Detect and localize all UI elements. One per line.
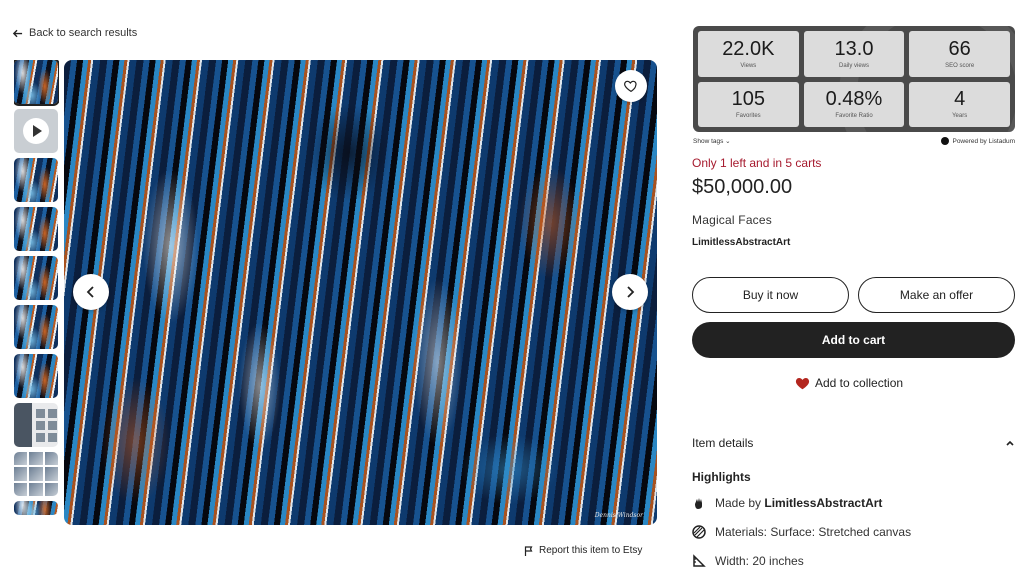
show-tags-toggle[interactable]: Show tags ⌄	[693, 137, 731, 145]
artist-signature: Dennis Windsor	[594, 512, 643, 519]
main-product-image: Dennis Windsor	[64, 60, 657, 525]
materials-icon	[692, 525, 706, 539]
price: $50,000.00	[692, 176, 793, 198]
add-to-collection-button[interactable]: Add to collection	[795, 376, 903, 390]
width-text: Width: 20 inches	[715, 554, 804, 568]
back-link-label: Back to search results	[29, 27, 138, 39]
thumbnail-9[interactable]	[14, 452, 58, 496]
stock-notice: Only 1 left and in 5 carts	[692, 156, 822, 170]
hand-wave-icon	[695, 498, 702, 509]
powered-by-label: Powered by Listadum	[952, 137, 1015, 145]
stat-label: Views	[740, 62, 757, 69]
heart-filled-icon	[795, 378, 810, 390]
buy-now-button[interactable]: Buy it now	[692, 277, 849, 313]
previous-image-button[interactable]	[73, 274, 109, 310]
stat-value: 13.0	[834, 37, 874, 60]
highlights-heading: Highlights	[692, 470, 751, 484]
thumbnail-7[interactable]	[14, 354, 58, 398]
item-details-toggle[interactable]: Item details	[692, 436, 1015, 450]
stat-views: 22.0K Views	[698, 31, 799, 77]
thumbnail-4[interactable]	[14, 207, 58, 251]
stats-panel: 22.0K Views 13.0 Daily views 66 SEO scor…	[693, 26, 1015, 132]
made-by-prefix: Made by	[715, 496, 762, 510]
stat-label: Daily views	[838, 62, 869, 69]
ruler-icon	[693, 554, 706, 567]
shop-name-link[interactable]: LimitlessAbstractArt	[692, 237, 790, 248]
listing-title: Magical Faces	[692, 213, 772, 227]
thumbnail-1[interactable]	[14, 60, 59, 106]
stat-value: 66	[948, 37, 971, 60]
back-to-search-link[interactable]: Back to search results	[12, 27, 137, 39]
chevron-down-icon: ⌄	[725, 138, 731, 145]
make-offer-button[interactable]: Make an offer	[858, 277, 1015, 313]
stat-favorite-ratio: 0.48% Favorite Ratio	[803, 81, 905, 127]
stat-label: SEO score	[945, 62, 975, 69]
flag-icon	[524, 545, 533, 556]
report-label: Report this item to Etsy	[539, 545, 643, 556]
powered-by: Powered by Listadum	[941, 137, 1015, 145]
play-icon	[23, 118, 49, 144]
listadum-logo-icon	[941, 137, 950, 145]
highlight-made-by: Made by LimitlessAbstractArt	[692, 496, 882, 510]
thumbnail-5[interactable]	[14, 256, 58, 300]
heart-outline-icon	[624, 80, 637, 93]
stat-years: 4 Years	[909, 81, 1010, 127]
chevron-right-icon	[627, 286, 635, 298]
thumbnail-6[interactable]	[14, 305, 58, 349]
made-by-shop-link[interactable]: LimitlessAbstractArt	[764, 496, 882, 510]
stat-favorites: 105 Favorites	[698, 81, 799, 127]
stat-value: 4	[954, 88, 966, 111]
stat-label: Favorite Ratio	[835, 113, 873, 120]
highlight-width: Width: 20 inches	[692, 554, 804, 568]
stat-value: 22.0K	[722, 37, 775, 60]
report-item-link[interactable]: Report this item to Etsy	[524, 545, 642, 556]
chevron-up-icon	[1006, 440, 1014, 446]
stat-value: 105	[731, 88, 766, 111]
thumbnail-10[interactable]	[14, 501, 58, 515]
thumbnail-strip	[14, 60, 59, 526]
materials-text: Materials: Surface: Stretched canvas	[715, 525, 912, 539]
next-image-button[interactable]	[612, 274, 648, 310]
stat-seo-score: 66 SEO score	[909, 31, 1010, 77]
favorite-button[interactable]	[615, 70, 647, 102]
add-to-cart-button[interactable]: Add to cart	[692, 322, 1015, 358]
item-details-heading: Item details	[692, 436, 754, 450]
made-by-text: Made by LimitlessAbstractArt	[715, 496, 882, 510]
stat-value: 0.48%	[825, 88, 883, 111]
stat-daily-views: 13.0 Daily views	[803, 31, 905, 77]
stat-label: Years	[952, 113, 968, 120]
arrow-left-icon	[12, 29, 23, 37]
stats-footer: Show tags ⌄ Powered by Listadum	[693, 137, 1015, 145]
stat-label: Favorites	[735, 113, 761, 120]
thumbnail-video[interactable]	[14, 109, 58, 153]
show-tags-label: Show tags	[693, 138, 724, 145]
thumbnail-3[interactable]	[14, 158, 58, 202]
chevron-left-icon	[86, 286, 94, 298]
highlight-materials: Materials: Surface: Stretched canvas	[692, 525, 911, 539]
add-to-collection-label: Add to collection	[815, 376, 904, 390]
thumbnail-8[interactable]	[14, 403, 58, 447]
